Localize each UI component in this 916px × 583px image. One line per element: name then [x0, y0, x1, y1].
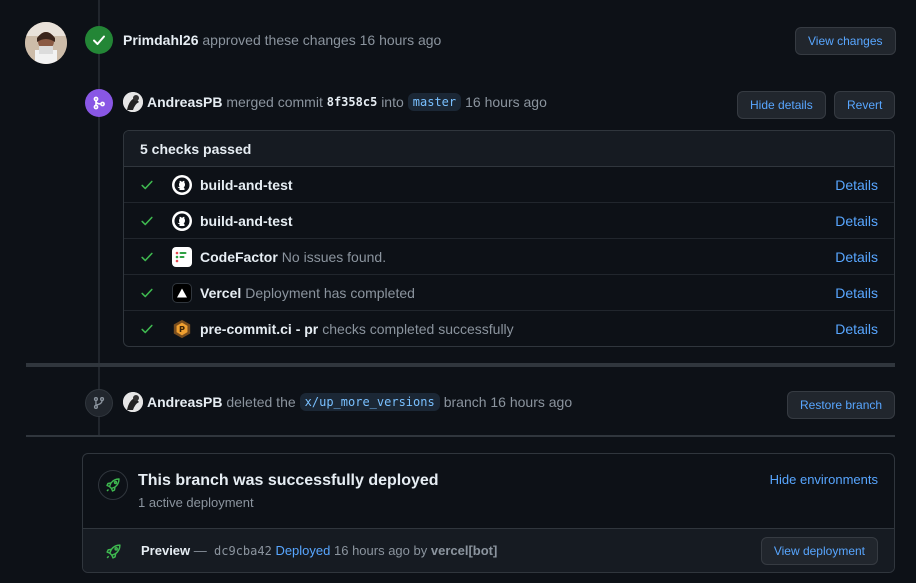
deploy-subtitle: 1 active deployment: [138, 495, 254, 510]
check-row: build-and-test Details: [124, 167, 894, 203]
delete-action: deleted the: [226, 394, 296, 410]
deploy-commit-sha[interactable]: dc9cba42: [214, 544, 272, 558]
approved-badge-icon: [85, 26, 113, 54]
view-deployment-button[interactable]: View deployment: [760, 537, 878, 565]
dash: —: [193, 543, 207, 558]
deployment-panel: This branch was successfully deployed 1 …: [82, 453, 895, 573]
merge-action: merged commit: [226, 94, 323, 110]
merge-into: into: [381, 94, 404, 110]
check-details-link[interactable]: Details: [835, 285, 878, 301]
check-desc: Deployment has completed: [245, 284, 415, 301]
checks-panel: 5 checks passed build-and-test Details b…: [123, 130, 895, 347]
deploy-bot[interactable]: vercel[bot]: [431, 543, 497, 558]
deployment-info: Preview — dc9cba42 Deployed 16 hours ago…: [141, 543, 497, 558]
deleter-avatar[interactable]: [123, 392, 143, 412]
check-details-link[interactable]: Details: [835, 177, 878, 193]
review-event-text: Primdahl26 approved these changes 16 hou…: [123, 32, 441, 48]
merge-event-text: AndreasPB merged commit 8f358c5 into mast…: [123, 91, 547, 113]
check-row: P pre-commit.ci - pr checks completed su…: [124, 311, 894, 346]
rocket-icon: [98, 470, 128, 500]
precommit-icon: P: [172, 319, 192, 339]
rocket-icon: [105, 543, 122, 563]
merge-commit-sha[interactable]: 8f358c5: [327, 95, 378, 109]
hide-details-button[interactable]: Hide details: [737, 91, 826, 119]
merger-avatar[interactable]: [123, 92, 143, 112]
check-details-link[interactable]: Details: [835, 249, 878, 265]
checks-header: 5 checks passed: [124, 131, 894, 167]
deploy-status-link[interactable]: Deployed: [275, 543, 330, 558]
check-icon: [140, 250, 156, 264]
reviewer-avatar[interactable]: [25, 22, 67, 64]
revert-button[interactable]: Revert: [834, 91, 896, 119]
vercel-icon: [172, 282, 192, 303]
check-details-link[interactable]: Details: [835, 321, 878, 337]
check-desc: checks completed successfully: [322, 321, 514, 337]
check-name[interactable]: CodeFactor: [200, 249, 278, 265]
check-row: build-and-test Details: [124, 203, 894, 239]
check-name[interactable]: Vercel: [200, 285, 241, 301]
timeline-divider: [26, 435, 895, 437]
timeline-line: [98, 0, 100, 363]
check-icon: [140, 178, 156, 192]
check-icon: [140, 286, 156, 300]
environment-name[interactable]: Preview: [141, 543, 190, 558]
merger-username[interactable]: AndreasPB: [147, 94, 222, 110]
view-changes-button[interactable]: View changes: [795, 27, 896, 55]
github-icon: [172, 210, 192, 231]
github-icon: [172, 174, 192, 195]
svg-text:P: P: [179, 324, 185, 334]
check-desc: No issues found.: [281, 248, 387, 265]
review-action: approved these changes: [202, 32, 356, 48]
check-row: Vercel Deployment has completed Details: [124, 275, 894, 311]
timeline-divider: [26, 363, 895, 367]
check-icon: [140, 214, 156, 228]
codefactor-icon: [172, 246, 192, 267]
check-details-link[interactable]: Details: [835, 213, 878, 229]
merged-badge-icon: [85, 89, 113, 117]
deleted-branch[interactable]: x/up_more_versions: [299, 393, 440, 411]
deploy-time: 16 hours ago by: [334, 543, 428, 558]
merge-time[interactable]: 16 hours ago: [465, 94, 547, 110]
check-name[interactable]: build-and-test: [200, 177, 293, 193]
check-row: CodeFactor No issues found. Details: [124, 239, 894, 275]
deploy-title: This branch was successfully deployed: [138, 472, 439, 489]
deployment-row: Preview — dc9cba42 Deployed 16 hours ago…: [83, 528, 894, 572]
target-branch[interactable]: master: [407, 93, 462, 111]
delete-event-text: AndreasPB deleted the x/up_more_versions b…: [123, 391, 572, 413]
reviewer-username[interactable]: Primdahl26: [123, 32, 198, 48]
check-name[interactable]: build-and-test: [200, 213, 293, 229]
deleter-username[interactable]: AndreasPB: [147, 394, 222, 410]
restore-branch-button[interactable]: Restore branch: [787, 391, 896, 419]
review-time[interactable]: 16 hours ago: [360, 32, 442, 48]
check-name[interactable]: pre-commit.ci - pr: [200, 321, 318, 337]
hide-environments-link[interactable]: Hide environments: [770, 472, 878, 487]
branch-badge-icon: [85, 389, 113, 417]
check-icon: [140, 322, 156, 336]
delete-suffix: branch 16 hours ago: [443, 394, 573, 410]
